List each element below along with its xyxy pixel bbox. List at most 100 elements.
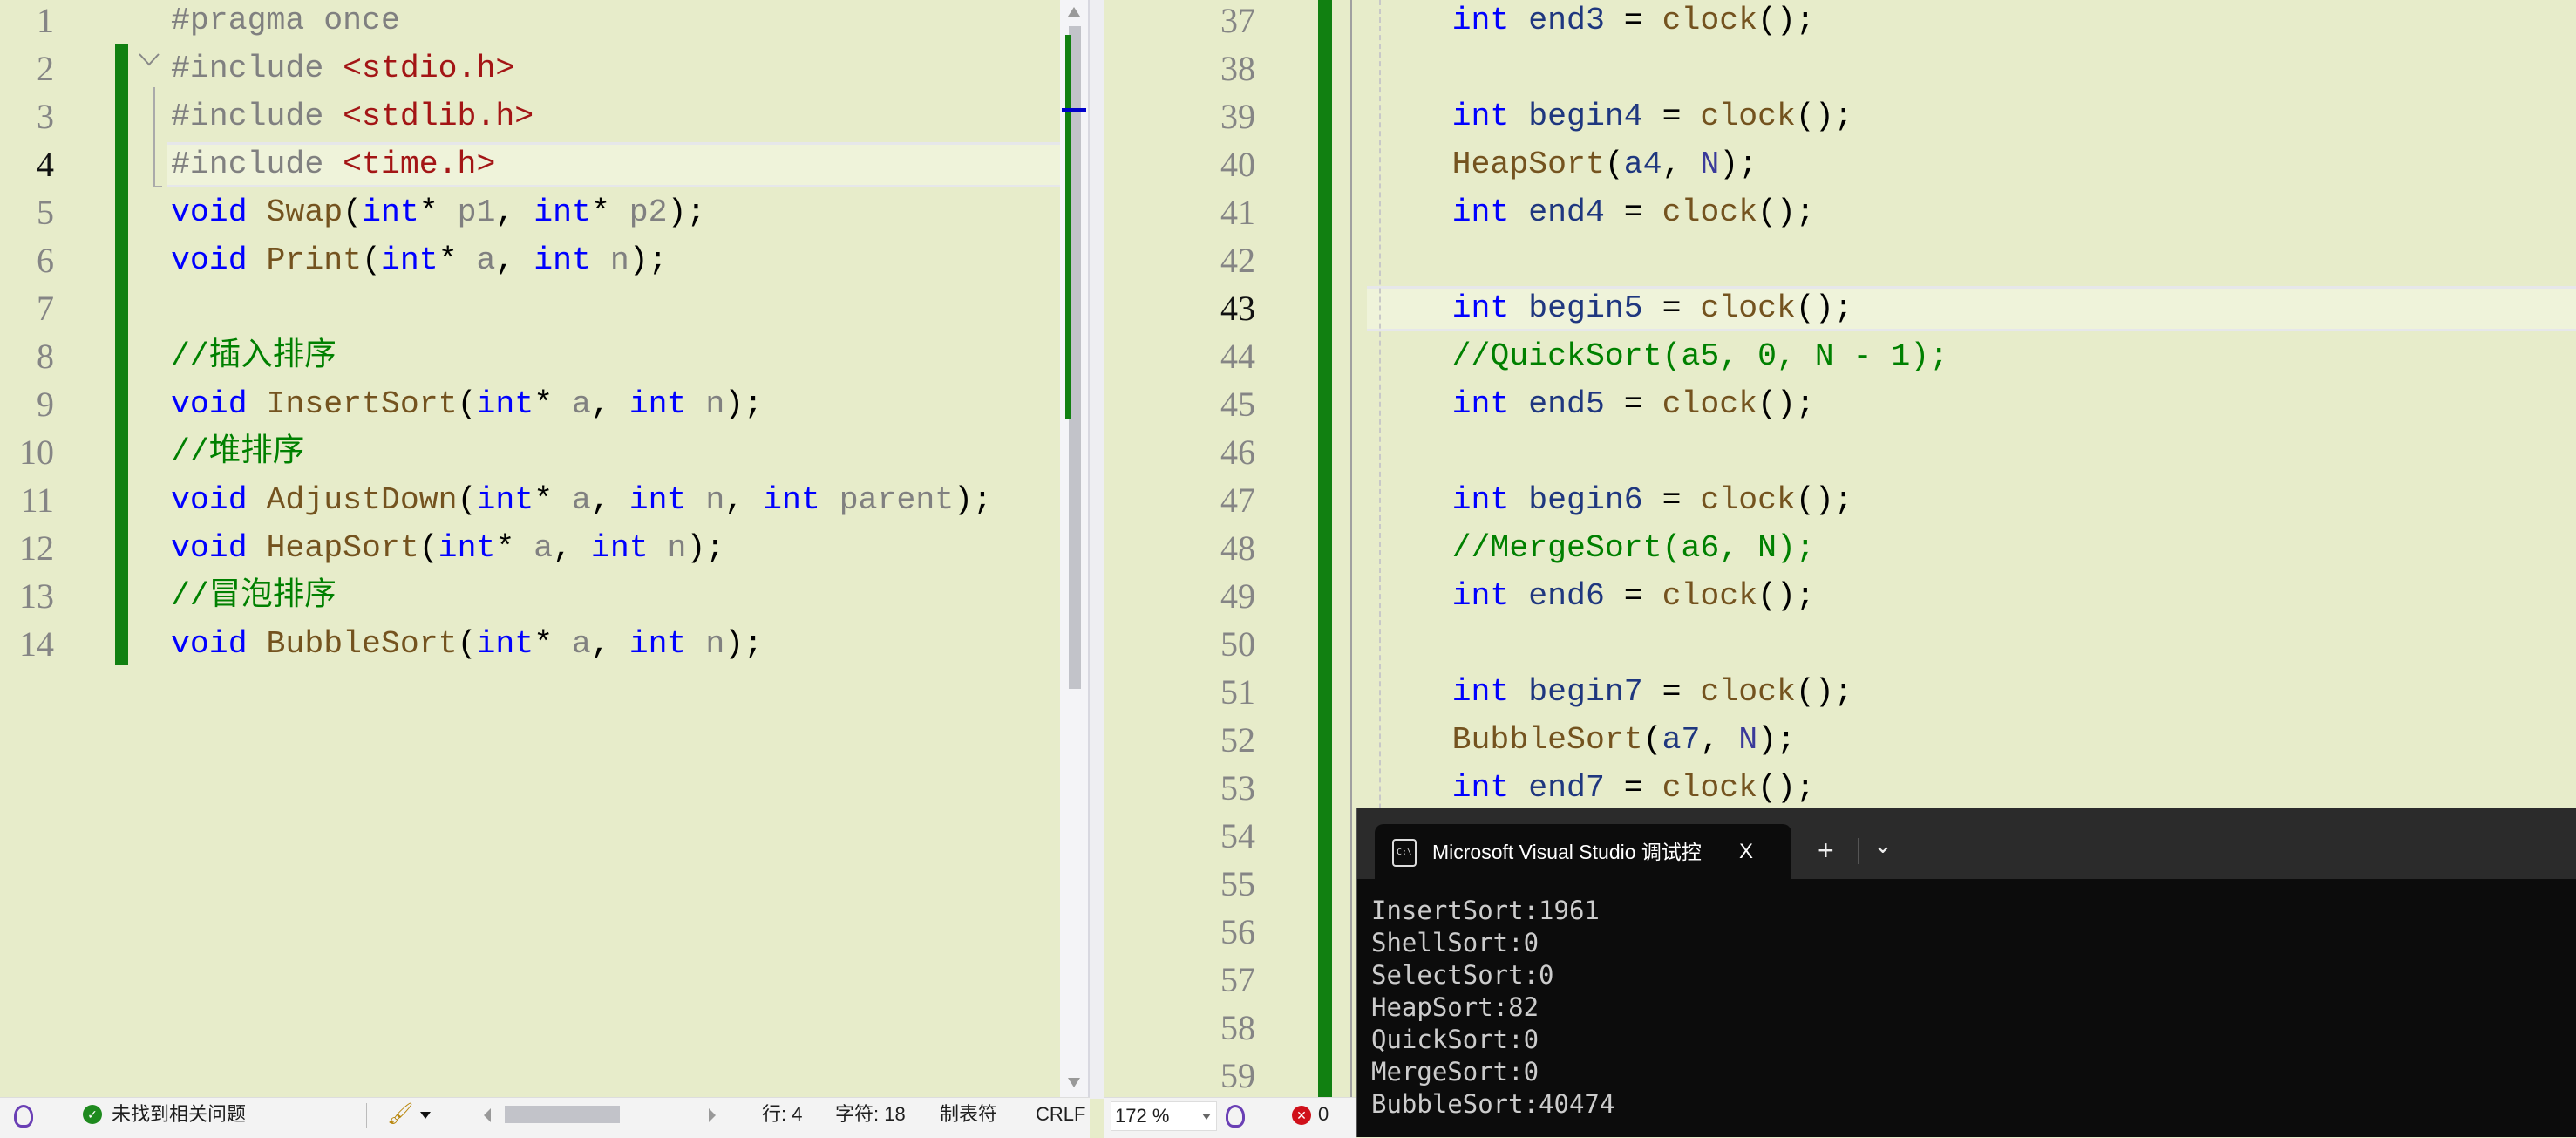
zoom-select[interactable]: 172 % (1111, 1101, 1217, 1131)
code-token: (); (1795, 99, 1853, 134)
code-line[interactable]: void Print(int* a, int n); (171, 236, 992, 284)
char-indicator[interactable]: 字符: 18 (835, 1098, 906, 1131)
terminal-output-line: QuickSort:0 (1371, 1025, 1539, 1054)
code-token: end7 (1528, 770, 1605, 806)
terminal-output[interactable]: InsertSort:1961 ShellSort:0 SelectSort:0 He… (1371, 895, 1614, 1121)
code-token: ( (1604, 147, 1624, 182)
code-token: //QuickSort(a5, 0, N - 1); (1451, 338, 1949, 374)
code-line[interactable]: int begin5 = clock(); (1376, 284, 1948, 332)
scroll-up-arrow-icon[interactable] (1068, 7, 1080, 17)
code-token: Print (266, 242, 363, 278)
code-line[interactable]: //堆排序 (171, 428, 992, 476)
code-line[interactable]: void InsertSort(int* a, int n); (171, 380, 992, 428)
code-token: (); (1757, 770, 1815, 806)
horizontal-scrollbar[interactable] (484, 1103, 719, 1128)
line-number: 5 (37, 193, 54, 232)
code-line[interactable]: #pragma once (171, 0, 992, 44)
scroll-down-arrow-icon[interactable] (1068, 1078, 1080, 1087)
code-token: int (476, 482, 534, 518)
code-token: , (590, 626, 629, 662)
code-token: (); (1757, 194, 1815, 230)
code-line[interactable]: void AdjustDown(int* a, int n, int paren… (171, 476, 992, 524)
line-number: 41 (1220, 193, 1255, 232)
code-line[interactable]: int begin4 = clock(); (1376, 92, 1948, 140)
code-line[interactable] (1376, 428, 1948, 476)
code-line[interactable]: //冒泡排序 (171, 572, 992, 620)
code-line[interactable]: //MergeSort(a6, N); (1376, 524, 1948, 572)
terminal-tab[interactable]: C:\ Microsoft Visual Studio 调试控 X (1375, 824, 1791, 885)
line-number: 11 (20, 480, 54, 520)
terminal-window[interactable]: C:\ Microsoft Visual Studio 调试控 X + ⌄ In… (1356, 808, 2576, 1137)
tab-dropdown-button[interactable]: ⌄ (1873, 819, 1893, 871)
code-token: ); (724, 626, 764, 662)
line-ending[interactable]: CRLF (1036, 1098, 1085, 1131)
dropdown-arrow-icon[interactable] (420, 1112, 431, 1119)
code-token: int (629, 626, 706, 662)
copilot-icon[interactable] (14, 1105, 33, 1128)
code-line[interactable]: BubbleSort(a7, N); (1376, 716, 1948, 764)
line-number: 46 (1220, 433, 1255, 472)
code-line[interactable] (1376, 620, 1948, 668)
code-token: //插入排序 (171, 338, 336, 374)
scroll-right-arrow-icon[interactable] (709, 1108, 716, 1122)
code-line[interactable]: int begin6 = clock(); (1376, 476, 1948, 524)
code-token: p2 (629, 194, 668, 230)
line-number: 13 (19, 576, 54, 616)
code-line[interactable]: void HeapSort(int* a, int n); (171, 524, 992, 572)
code-token: int (476, 626, 534, 662)
issues-status[interactable]: 未找到相关问题 (112, 1098, 246, 1131)
line-number: 12 (19, 528, 54, 568)
indent-mode[interactable]: 制表符 (940, 1098, 997, 1131)
close-tab-button[interactable]: X (1739, 824, 1753, 880)
code-line[interactable]: int end5 = clock(); (1376, 380, 1948, 428)
code-line[interactable]: int end6 = clock(); (1376, 572, 1948, 620)
code-line[interactable]: void Swap(int* p1, int* p2); (171, 188, 992, 236)
line-number: 42 (1220, 241, 1255, 280)
copilot-icon[interactable] (1226, 1105, 1245, 1128)
code-token: N (1738, 722, 1758, 758)
line-number: 55 (1220, 864, 1255, 903)
split-divider[interactable] (1088, 0, 1105, 1099)
code-token: a (572, 386, 591, 422)
scroll-left-arrow-icon[interactable] (484, 1108, 491, 1122)
fold-chevron-icon[interactable] (138, 51, 160, 68)
left-editor[interactable]: 1 2 3 4 5 6 7 8 9 10 11 12 13 14 #pragma once #include… (0, 0, 1060, 1097)
code-line[interactable]: HeapSort(a4, N); (1376, 140, 1948, 188)
code-line[interactable] (171, 284, 992, 332)
code-token: BubbleSort (266, 626, 458, 662)
code-line[interactable]: #include <time.h> (171, 140, 992, 188)
code-line[interactable]: #include <stdio.h> (171, 44, 992, 92)
new-tab-button[interactable]: + (1818, 824, 1834, 876)
code-token: a (572, 626, 591, 662)
margin-separator (1350, 0, 1352, 1097)
code-token: , (590, 482, 629, 518)
code-cleanup-brush-icon[interactable]: 🖌 (387, 1101, 413, 1128)
code-token: #include (171, 51, 343, 86)
error-count[interactable]: 0 (1318, 1098, 1329, 1131)
error-icon[interactable]: ✕ (1292, 1106, 1311, 1125)
code-line[interactable]: void BubbleSort(int* a, int n); (171, 620, 992, 668)
code-token: ); (1719, 147, 1758, 182)
code-token: clock (1662, 194, 1758, 230)
code-line[interactable]: int end3 = clock(); (1376, 0, 1948, 44)
code-line[interactable]: int begin7 = clock(); (1376, 668, 1948, 716)
code-token: , (1700, 722, 1739, 758)
zoom-dropdown-arrow-icon[interactable] (1202, 1114, 1211, 1120)
code-token: = (1642, 290, 1701, 326)
code-line[interactable]: //QuickSort(a5, 0, N - 1); (1376, 332, 1949, 380)
tab-divider (1858, 838, 1859, 864)
code-line[interactable]: int end4 = clock(); (1376, 188, 1948, 236)
code-line[interactable]: #include <stdlib.h> (171, 92, 992, 140)
code-line[interactable]: //插入排序 (171, 332, 992, 380)
code-token: //MergeSort(a6, N); (1451, 530, 1815, 566)
line-indicator[interactable]: 行: 4 (762, 1098, 802, 1131)
left-vertical-scrollbar[interactable] (1060, 0, 1088, 1097)
code-token: = (1604, 3, 1662, 38)
code-token: p1 (457, 194, 496, 230)
horizontal-scrollbar-thumb[interactable] (505, 1106, 620, 1123)
code-line[interactable] (1376, 236, 1948, 284)
code-line[interactable] (1376, 44, 1948, 92)
code-line[interactable]: int end7 = clock(); (1376, 764, 1948, 812)
